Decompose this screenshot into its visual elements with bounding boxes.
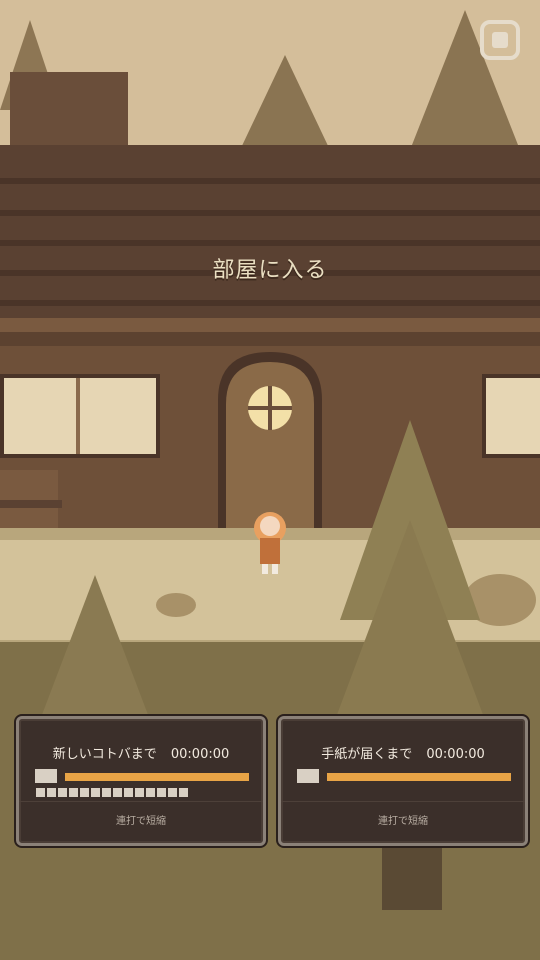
new-words-title: 新しいコトバまで xyxy=(52,747,157,762)
card-icon xyxy=(35,769,57,783)
new-words-hint: 連打で短縮 xyxy=(116,816,166,827)
envelope-icon xyxy=(297,769,319,783)
chimney xyxy=(10,72,128,152)
enter-room-button[interactable]: 部屋に入る xyxy=(0,252,540,284)
letter-title: 手紙が届くまで xyxy=(321,747,413,762)
gear-icon xyxy=(480,20,520,60)
game-screen: 部屋に入る 新しいコトバまで 00:00:00 連打で短縮 手紙が届くまで 00… xyxy=(0,0,540,960)
settings-button[interactable] xyxy=(478,18,522,62)
tree-trunk xyxy=(382,840,442,910)
word-count-indicator xyxy=(36,788,188,797)
letter-hint: 連打で短縮 xyxy=(378,816,428,827)
letter-panel[interactable]: 手紙が届くまで 00:00:00 連打で短縮 xyxy=(278,716,528,846)
letter-progress-bar xyxy=(327,773,511,781)
new-words-progress-bar xyxy=(65,773,249,781)
new-words-timer: 00:00:00 xyxy=(170,747,230,762)
new-words-panel[interactable]: 新しいコトバまで 00:00:00 連打で短縮 xyxy=(16,716,266,846)
letter-timer: 00:00:00 xyxy=(426,747,485,762)
